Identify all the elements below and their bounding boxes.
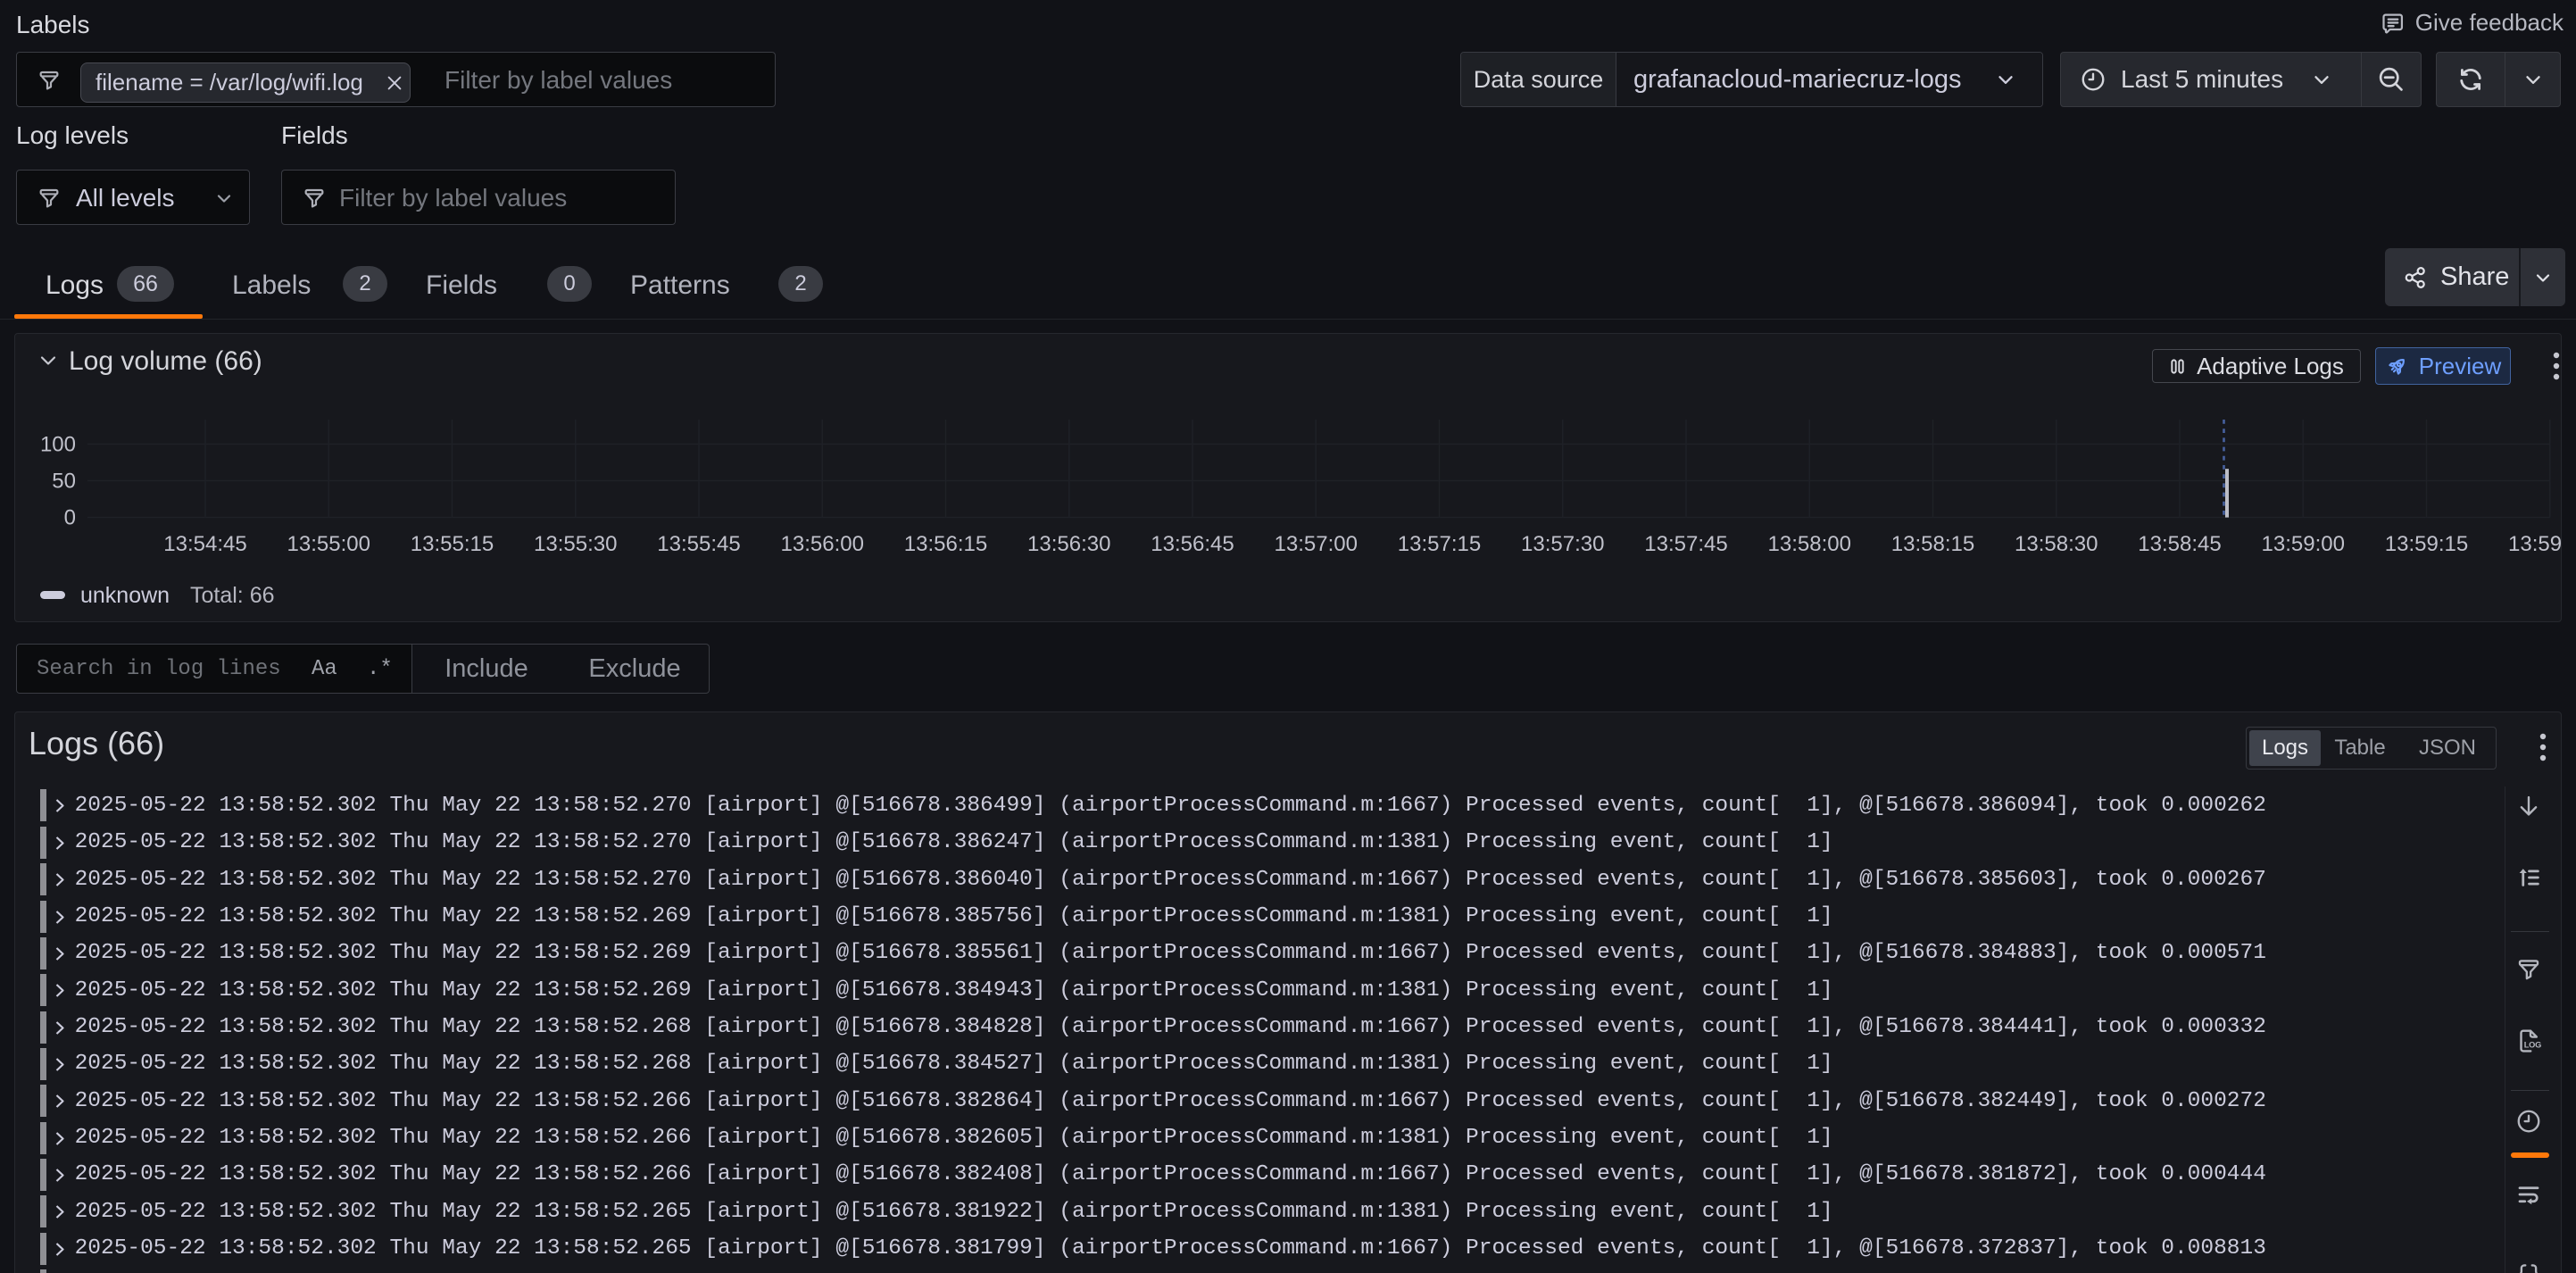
svg-text:0: 0 — [64, 506, 76, 530]
svg-text:100: 100 — [40, 433, 76, 457]
svg-text:unknown: unknown — [80, 583, 170, 608]
svg-text:13:55:30: 13:55:30 — [534, 532, 617, 556]
svg-text:13:56:30: 13:56:30 — [1027, 532, 1110, 556]
svg-text:50: 50 — [52, 470, 76, 494]
svg-text:13:55:45: 13:55:45 — [657, 532, 740, 556]
svg-text:13:56:45: 13:56:45 — [1151, 532, 1234, 556]
svg-text:Total: 66: Total: 66 — [190, 583, 275, 608]
svg-text:13:54:45: 13:54:45 — [163, 532, 246, 556]
svg-text:13:57:30: 13:57:30 — [1521, 532, 1604, 556]
svg-text:13:56:00: 13:56:00 — [781, 532, 864, 556]
svg-text:13:58:15: 13:58:15 — [1891, 532, 1974, 556]
svg-text:LOG: LOG — [2524, 1041, 2541, 1050]
svg-text:13:59:00: 13:59:00 — [2262, 532, 2345, 556]
svg-text:13:59:15: 13:59:15 — [2385, 532, 2468, 556]
svg-text:13:59:30: 13:59:30 — [2508, 532, 2561, 556]
svg-text:13:55:00: 13:55:00 — [287, 532, 370, 556]
svg-text:13:57:15: 13:57:15 — [1398, 532, 1481, 556]
svg-text:13:58:30: 13:58:30 — [2015, 532, 2098, 556]
svg-text:13:58:45: 13:58:45 — [2138, 532, 2221, 556]
svg-text:13:56:15: 13:56:15 — [904, 532, 987, 556]
svg-text:13:55:15: 13:55:15 — [411, 532, 494, 556]
svg-text:13:57:45: 13:57:45 — [1644, 532, 1727, 556]
svg-text:13:58:00: 13:58:00 — [1768, 532, 1851, 556]
svg-text:13:57:00: 13:57:00 — [1275, 532, 1358, 556]
